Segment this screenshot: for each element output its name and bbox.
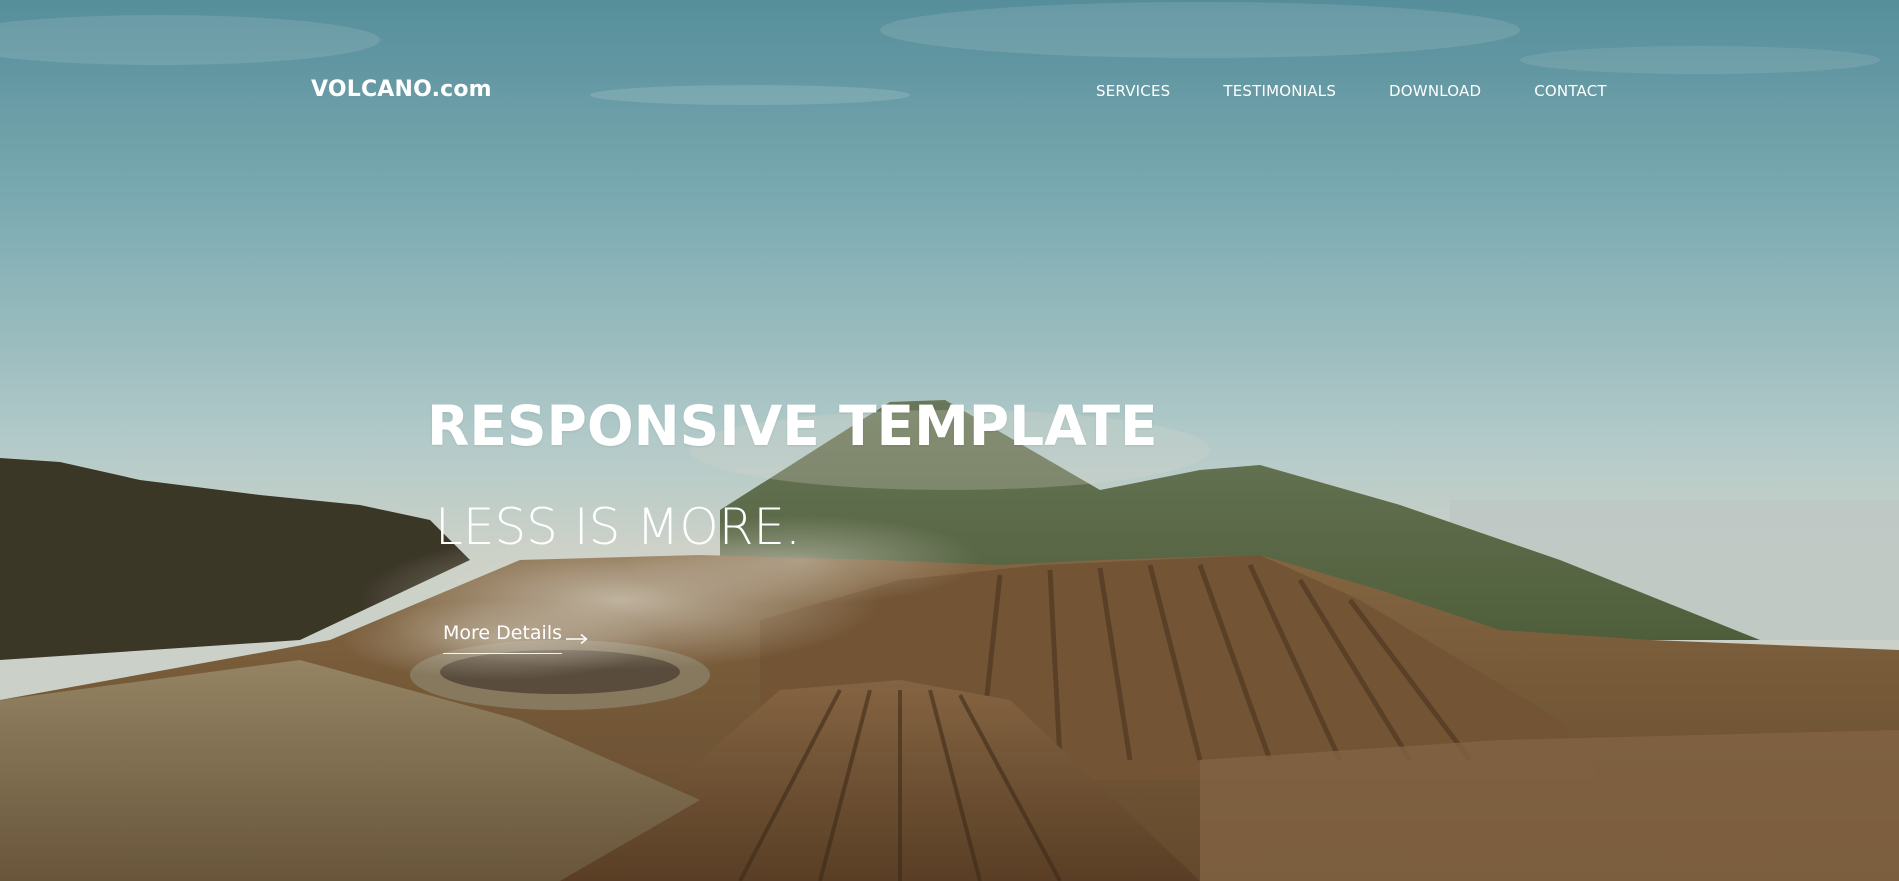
hero-subtitle: LESS IS MORE.	[435, 498, 801, 556]
nav-item-download[interactable]: DOWNLOAD	[1389, 82, 1481, 100]
nav-item-services[interactable]: SERVICES	[1096, 82, 1170, 100]
hero-section: VOLCANO.com SERVICES TESTIMONIALS DOWNLO…	[0, 0, 1899, 881]
more-details-label: More Details	[443, 622, 563, 654]
main-navigation: SERVICES TESTIMONIALS DOWNLOAD CONTACT	[1096, 82, 1607, 100]
more-details-button[interactable]: More Details	[443, 622, 588, 654]
arrow-right-icon	[566, 628, 588, 644]
hero-title: RESPONSIVE TEMPLATE	[427, 394, 1158, 458]
nav-item-contact[interactable]: CONTACT	[1534, 82, 1607, 100]
nav-item-testimonials[interactable]: TESTIMONIALS	[1223, 82, 1336, 100]
site-logo[interactable]: VOLCANO.com	[311, 77, 492, 102]
